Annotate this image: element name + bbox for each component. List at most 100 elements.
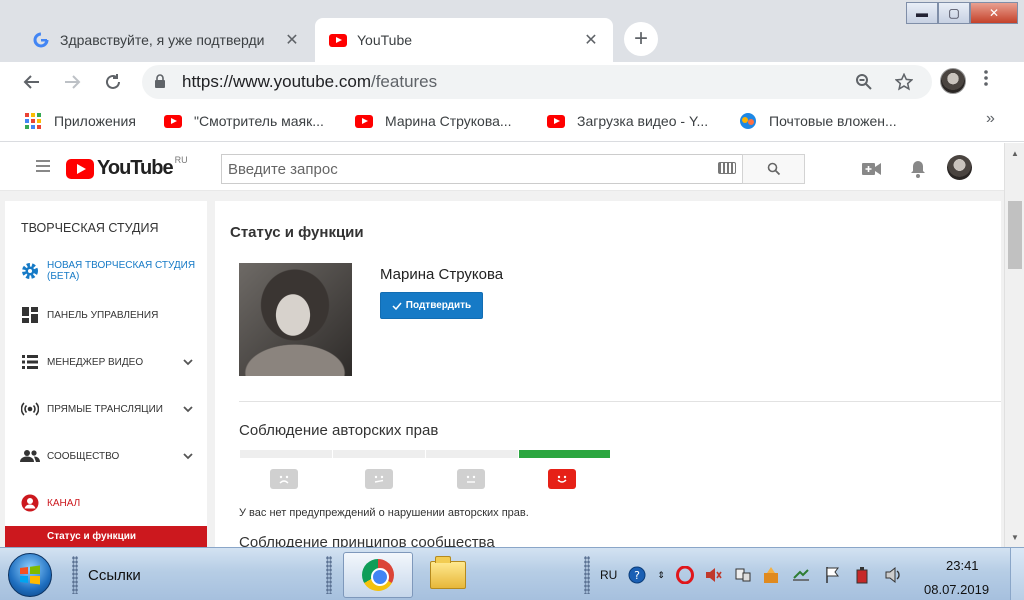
sidebar-item-video-manager[interactable]: МЕНЕДЖЕР ВИДЕО [5, 350, 207, 374]
tab-close-icon[interactable]: ✕ [284, 30, 300, 50]
network-icon[interactable] [734, 566, 752, 584]
language-indicator[interactable]: RU [600, 568, 617, 582]
studio-sidebar: ТВОРЧЕСКАЯ СТУДИЯ НОВАЯ ТВОРЧЕСКАЯ СТУДИ… [5, 201, 207, 547]
page-scrollbar[interactable]: ▲ ▼ [1004, 143, 1024, 547]
taskbar-explorer-button[interactable] [416, 552, 480, 598]
help-icon[interactable]: ? [628, 566, 646, 584]
sidebar-item-new-studio[interactable]: НОВАЯ ТВОРЧЕСКАЯ СТУДИЯ (БЕТА) [5, 259, 207, 283]
url-text: https://www.youtube.com/features [182, 72, 437, 92]
sidebar-item-label: НОВАЯ ТВОРЧЕСКАЯ СТУДИЯ (БЕТА) [47, 260, 196, 282]
confirm-button[interactable]: Подтвердить [380, 292, 483, 319]
clock-time[interactable]: 23:41 [946, 558, 979, 573]
youtube-logo[interactable]: YouTube RU [66, 155, 188, 180]
url-path: /features [370, 72, 438, 91]
speaker-icon[interactable] [884, 566, 902, 584]
logo-word: YouTube [97, 157, 174, 179]
browser-menu-icon[interactable] [984, 70, 988, 91]
opera-icon[interactable] [676, 566, 694, 584]
tab-title: YouTube [357, 32, 413, 48]
more-bookmarks-icon[interactable]: » [986, 110, 995, 128]
scroll-down-arrow-icon[interactable]: ▼ [1005, 529, 1024, 545]
volume-muted-icon[interactable] [704, 566, 722, 584]
show-desktop-button[interactable] [1010, 548, 1024, 600]
windows-logo-icon [20, 565, 40, 585]
search-input[interactable]: Введите запрос [221, 154, 743, 184]
window-controls: ▬ ▢ ✕ [906, 2, 1018, 24]
security-alert-icon[interactable] [762, 566, 780, 584]
bookmark-label: Загрузка видео - Y... [577, 113, 709, 129]
zoom-icon[interactable] [852, 70, 876, 94]
browser-profile-avatar[interactable] [940, 68, 966, 94]
sync-tray-icon[interactable] [792, 566, 810, 584]
chrome-icon [362, 559, 394, 591]
youtube-icon [355, 112, 373, 130]
folder-icon [430, 556, 466, 589]
strike-bar-segment-active [519, 450, 610, 458]
minimize-button[interactable]: ▬ [906, 2, 938, 24]
keyboard-icon[interactable] [718, 162, 736, 174]
taskbar-chrome-button[interactable] [343, 552, 413, 598]
sidebar-item-label: КАНАЛ [47, 497, 81, 509]
sidebar-item-live[interactable]: ПРЯМЫЕ ТРАНСЛЯЦИИ [5, 397, 207, 421]
upload-video-icon[interactable] [862, 159, 882, 179]
notifications-bell-icon[interactable] [908, 159, 928, 179]
bookmark-star-icon[interactable] [892, 70, 916, 94]
tab-google[interactable]: Здравствуйте, я уже подтверди ✕ [18, 18, 314, 62]
sidebar-item-community[interactable]: СООБЩЕСТВО [5, 444, 207, 468]
gear-icon [20, 261, 40, 281]
sidebar-item-label: ПРЯМЫЕ ТРАНСЛЯЦИИ [47, 403, 163, 415]
bookmark-item[interactable]: Загрузка видео - Y... [547, 112, 708, 130]
clock-date[interactable]: 08.07.2019 [924, 582, 989, 597]
start-button[interactable] [8, 553, 52, 597]
tab-youtube[interactable]: YouTube ✕ [315, 18, 613, 62]
google-icon [32, 31, 50, 49]
bookmark-item[interactable]: Марина Струкова... [355, 112, 512, 130]
youtube-account-avatar[interactable] [947, 155, 972, 180]
scroll-up-arrow-icon[interactable]: ▲ [1005, 145, 1024, 161]
search-icon [767, 162, 780, 176]
apps-grid-icon [24, 112, 42, 130]
action-center-flag-icon[interactable] [824, 566, 842, 584]
bookmark-apps[interactable]: Приложения [24, 112, 136, 130]
strike-bar-segment [240, 450, 332, 458]
strike-bar-segment [333, 450, 425, 458]
chevron-down-icon[interactable] [183, 404, 193, 414]
toolbar-grip[interactable] [584, 556, 590, 594]
chevron-down-icon[interactable] [183, 451, 193, 461]
address-bar[interactable]: https://www.youtube.com/features [142, 65, 932, 99]
scrollbar-thumb[interactable] [1008, 201, 1022, 269]
community-section-title: Соблюдение принципов сообщества [239, 534, 495, 547]
battery-power-icon[interactable] [854, 566, 872, 584]
close-window-button[interactable]: ✕ [970, 2, 1018, 24]
sidebar-subitem-status-features[interactable]: Статус и функции [5, 526, 207, 547]
community-icon [20, 446, 40, 466]
search-button[interactable] [742, 154, 805, 184]
tab-close-icon[interactable]: ✕ [583, 30, 599, 50]
sidebar-item-channel[interactable]: КАНАЛ [5, 491, 207, 515]
search-placeholder: Введите запрос [228, 160, 338, 178]
lock-icon[interactable] [154, 73, 174, 91]
maximize-button[interactable]: ▢ [938, 2, 970, 24]
copyright-notice: У вас нет предупреждений о нарушении авт… [239, 507, 529, 519]
channel-icon [20, 493, 40, 513]
reload-icon[interactable] [101, 70, 125, 94]
bookmark-item[interactable]: Почтовые вложен... [739, 112, 897, 130]
bookmark-item[interactable]: "Смотритель маяк... [164, 112, 324, 130]
tab-strip: Здравствуйте, я уже подтверди ✕ YouTube … [0, 0, 1024, 62]
sad-face-icon [270, 469, 298, 489]
youtube-play-icon [66, 158, 94, 179]
sidebar-item-dashboard[interactable]: ПАНЕЛЬ УПРАВЛЕНИЯ [5, 303, 207, 327]
neutral-worried-face-icon [365, 469, 393, 489]
back-arrow-icon[interactable] [20, 70, 44, 94]
toolbar-grip[interactable] [326, 556, 332, 594]
links-toolbar-label[interactable]: Ссылки [88, 567, 141, 584]
chevron-down-icon[interactable] [183, 357, 193, 367]
bookmark-label: Почтовые вложен... [769, 113, 897, 129]
new-tab-button[interactable]: + [624, 22, 658, 56]
tray-expand-icon[interactable]: ⇕ [652, 566, 670, 584]
forward-arrow-icon[interactable] [60, 70, 84, 94]
main-content: Статус и функции Марина Струкова Подтвер… [215, 201, 1001, 547]
guide-menu-icon[interactable] [36, 160, 50, 175]
bookmark-label: Марина Струкова... [385, 113, 512, 129]
toolbar-grip[interactable] [72, 556, 78, 594]
